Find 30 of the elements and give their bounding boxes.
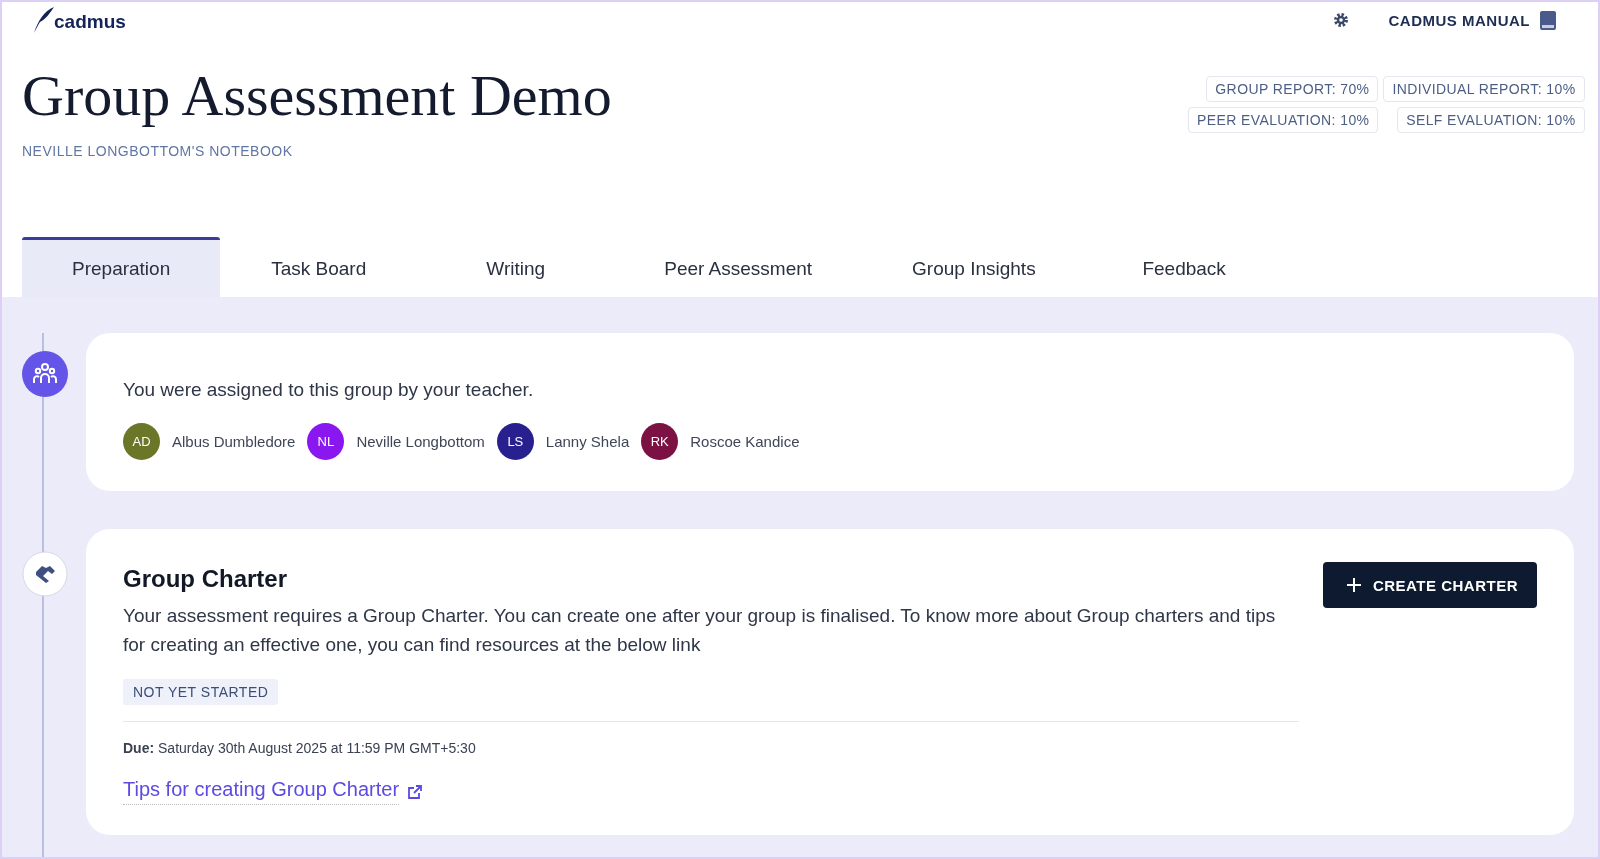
create-charter-button[interactable]: CREATE CHARTER xyxy=(1322,562,1537,608)
status-badge: NOT YET STARTED xyxy=(123,679,279,705)
tips-link[interactable]: Tips for creating Group Charter xyxy=(123,778,400,805)
member-name: Albus Dumbledore xyxy=(172,433,296,450)
avatar: RK xyxy=(641,423,679,460)
notebook-subtitle: NEVILLE LONGBOTTOM'S NOTEBOOK xyxy=(22,143,294,159)
page-title: Group Assessment Demo xyxy=(22,62,612,129)
weight-tag: GROUP REPORT: 70% xyxy=(1206,76,1379,102)
tab[interactable]: Preparation xyxy=(22,237,221,297)
group-people-icon xyxy=(22,351,68,397)
member-name: Lanny Shela xyxy=(545,433,630,450)
avatar: LS xyxy=(496,423,534,460)
avatar: NL xyxy=(307,423,345,460)
charter-description: Your assessment requires a Group Charter. You can create one after your group is finalised. To know more about Group charters and tips for creating an effective one, you can find resources at the below link xyxy=(123,604,1277,657)
member-name: Neville Longbottom xyxy=(356,433,485,450)
logo-text: cadmus xyxy=(54,11,126,33)
book-icon xyxy=(1540,10,1556,30)
weight-tag: INDIVIDUAL REPORT: 10% xyxy=(1383,76,1585,102)
charter-title: Group Charter xyxy=(123,565,288,593)
manual-link[interactable]: CADMUS MANUAL xyxy=(1388,11,1530,29)
feather-logo-icon xyxy=(32,7,54,33)
settings-icon[interactable] xyxy=(1332,12,1349,28)
avatar: AD xyxy=(123,423,160,460)
weight-tag: PEER EVALUATION: 10% xyxy=(1188,107,1379,133)
assignment-text: You were assigned to this group by your teacher. xyxy=(123,379,535,401)
due-date-text: Due: Saturday 30th August 2025 at 11:59 PM GMT+5:30 xyxy=(123,740,477,756)
member-name: Roscoe Kandice xyxy=(690,433,800,450)
external-link-icon[interactable] xyxy=(407,783,424,800)
weight-tag: SELF EVALUATION: 10% xyxy=(1397,107,1585,133)
plus-icon xyxy=(1346,578,1361,592)
